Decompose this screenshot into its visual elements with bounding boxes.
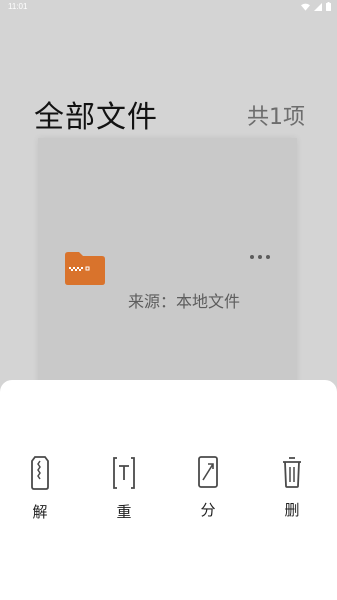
more-options-button[interactable] <box>248 250 272 264</box>
share-button[interactable]: 分 <box>183 456 233 520</box>
page-title: 全部文件 <box>34 100 158 135</box>
rename-icon <box>113 457 135 489</box>
rename-button[interactable]: 重 <box>99 456 149 522</box>
share-label: 分 <box>200 501 216 519</box>
delete-button[interactable]: 删 <box>267 456 317 520</box>
decompress-label: 解 <box>32 503 48 521</box>
rename-label: 重 <box>116 503 132 521</box>
status-time: 11:01 <box>8 2 28 11</box>
wifi-icon <box>301 3 310 11</box>
status-icons <box>301 2 331 11</box>
zip-file-icon <box>31 456 49 490</box>
file-source-label: 来源：本地文件 <box>128 292 241 311</box>
zip-folder-icon <box>65 252 105 285</box>
trash-icon <box>283 457 301 488</box>
battery-icon <box>326 2 331 11</box>
signal-icon <box>314 2 322 11</box>
share-icon <box>198 456 218 488</box>
status-bar: 11:01 <box>0 0 337 14</box>
delete-label: 删 <box>284 501 300 519</box>
bottom-sheet: 解 重 分 删 <box>0 380 337 600</box>
file-card[interactable]: 来源：本地文件 <box>38 138 297 398</box>
item-count: 共1项 <box>247 105 305 130</box>
decompress-button[interactable]: 解 <box>15 456 65 522</box>
